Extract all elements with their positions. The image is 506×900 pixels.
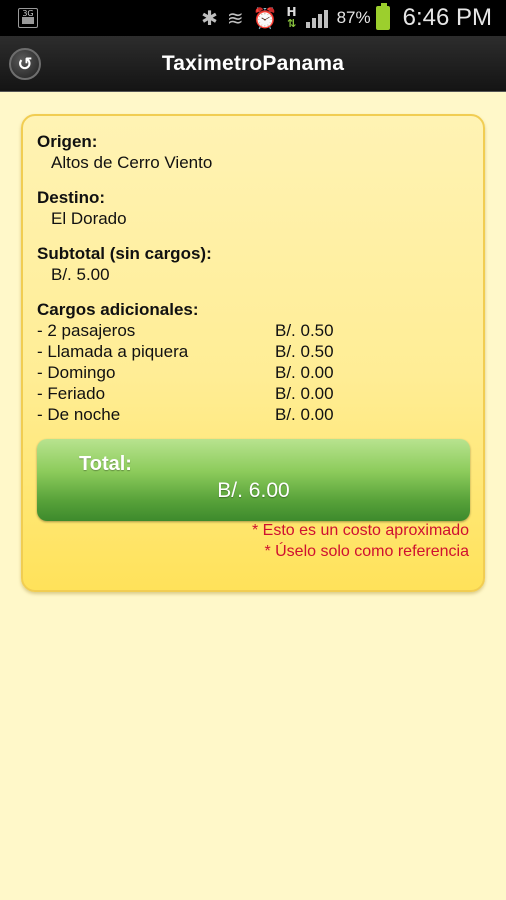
charges-label: Cargos adicionales: [37,300,199,319]
total-panel: Total: B/. 6.00 [37,439,470,521]
disclaimer-note: * Úselo solo como referencia [264,543,469,560]
app-title: TaximetroPanama [161,52,345,75]
charge-row: - Domingo B/. 0.00 [37,363,457,384]
battery-icon [375,3,390,30]
charge-name: - Feriado [37,384,106,403]
destination-label: Destino: [37,188,105,207]
status-bar: 3G ✱ ≋ ⏰ H ⇅ 87% 6:46 PM [0,0,506,36]
charge-row: - De noche B/. 0.00 [37,405,457,426]
sim-label: 3G [22,9,34,18]
bluetooth-icon: ✱ [201,6,218,30]
charge-amount: B/. 0.50 [275,321,334,340]
battery-percent: 87% [336,8,371,27]
disclaimer-note: * Esto es un costo aproximado [251,522,469,539]
fare-card: Origen: Altos de Cerro Viento Destino: E… [21,114,485,592]
charge-amount: B/. 0.00 [275,384,334,403]
charge-row: - 2 pasajeros B/. 0.50 [37,321,457,342]
charge-amount: B/. 0.00 [275,363,334,382]
hplus-data-icon: H ⇅ [286,5,297,30]
charge-name: - Llamada a piquera [37,342,189,361]
charge-name: - De noche [37,405,121,424]
status-clock: 6:46 PM [402,4,492,31]
charge-name: - Domingo [37,363,116,382]
charge-amount: B/. 0.00 [275,405,334,424]
subtotal-value: B/. 5.00 [51,265,110,284]
origin-value: Altos de Cerro Viento [51,153,213,172]
charge-row: - Llamada a piquera B/. 0.50 [37,342,457,363]
origin-label: Origen: [37,132,98,151]
destination-value: El Dorado [51,209,127,228]
charge-row: - Feriado B/. 0.00 [37,384,457,405]
vibrate-icon: ≋ [226,6,244,30]
signal-icon [305,8,328,28]
subtotal-label: Subtotal (sin cargos): [37,244,212,263]
total-label: Total: [79,453,132,475]
alarm-icon: ⏰ [252,6,278,30]
charge-amount: B/. 0.50 [275,342,334,361]
action-bar: ↺ TaximetroPanama [0,36,506,92]
sim-icon: 3G [18,8,38,28]
charge-name: - 2 pasajeros [37,321,136,340]
total-value: B/. 6.00 [217,479,290,502]
